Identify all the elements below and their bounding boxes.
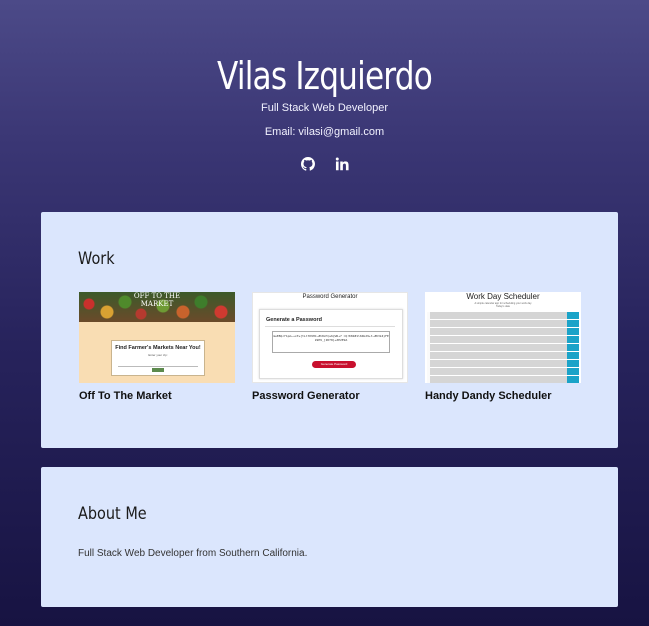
about-description: Full Stack Web Developer from Southern C… (78, 548, 308, 559)
project-thumbnail[interactable]: OFF TO THE MARKET Find Farmer's Markets … (79, 292, 235, 383)
password-output: mwE8Q<f1pm~+x3v{tLl7K9HC~#h8xH(w6{W6+7 =… (272, 331, 390, 353)
email-text[interactable]: Email: vilasi@gmail.com (0, 126, 649, 138)
work-section: Work OFF TO THE MARKET Find Farmer's Mar… (41, 212, 618, 448)
market-submit-button (152, 368, 164, 372)
generate-password-button: Generate Password (312, 361, 356, 368)
divider (265, 326, 395, 327)
password-heading: Password Generator (302, 294, 358, 300)
project-title[interactable]: Password Generator (252, 390, 408, 402)
market-banner-text: OFF TO THE MARKET (133, 292, 181, 308)
scheduler-subheading: A simple calendar app for scheduling you… (425, 302, 581, 308)
project-title[interactable]: Handy Dandy Scheduler (425, 390, 581, 402)
password-panel-title: Generate a Password (266, 317, 322, 323)
scheduler-date: Today's date (496, 305, 510, 308)
linkedin-icon (335, 157, 349, 171)
scheduler-hour-column (427, 312, 430, 383)
market-subheading: Enter your zip: (148, 353, 168, 357)
linkedin-link[interactable] (334, 156, 350, 172)
scheduler-save-column (567, 312, 579, 383)
work-heading: Work (78, 249, 115, 269)
password-panel: Generate a Password mwE8Q<f1pm~+x3v{tLl7… (259, 309, 403, 379)
project-title[interactable]: Off To The Market (79, 390, 235, 402)
scheduler-heading: Work Day Scheduler (466, 292, 540, 301)
project-thumbnail[interactable]: Work Day Scheduler A simple calendar app… (425, 292, 581, 383)
project-card-scheduler[interactable]: Work Day Scheduler A simple calendar app… (425, 292, 581, 402)
market-heading: Find Farmer's Markets Near You! (115, 345, 201, 351)
project-card-market[interactable]: OFF TO THE MARKET Find Farmer's Markets … (79, 292, 235, 402)
about-section: About Me Full Stack Web Developer from S… (41, 467, 618, 607)
project-card-password[interactable]: Password Generator Generate a Password m… (252, 292, 408, 402)
github-link[interactable] (300, 156, 316, 172)
social-links (0, 156, 649, 172)
job-title: Full Stack Web Developer (261, 102, 388, 114)
market-search-box: Find Farmer's Markets Near You! Enter yo… (111, 340, 205, 376)
github-icon (300, 157, 315, 171)
market-zip-input (118, 362, 198, 367)
page-title: Vilas Izquierdo (217, 54, 433, 98)
project-thumbnail[interactable]: Password Generator Generate a Password m… (252, 292, 408, 383)
scheduler-time-grid (427, 312, 579, 383)
about-heading: About Me (78, 504, 147, 524)
